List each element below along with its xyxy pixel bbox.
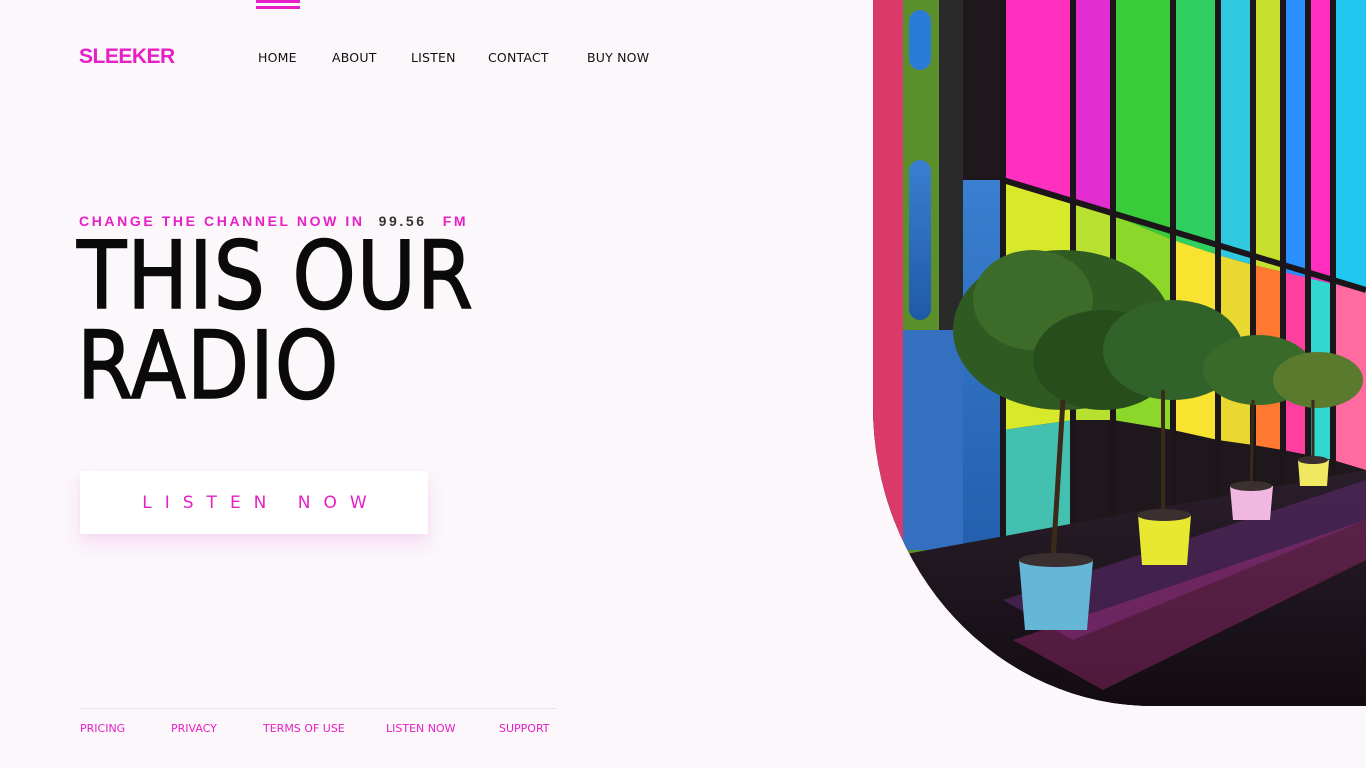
footer-link-listen-now[interactable]: LISTEN NOW — [386, 722, 456, 735]
footer-link-terms[interactable]: TERMS OF USE — [263, 722, 345, 735]
listen-now-button[interactable]: LISTEN NOW — [80, 471, 428, 534]
nav-item-about[interactable]: ABOUT — [332, 50, 377, 65]
headline-line-1: THIS OUR — [76, 222, 474, 331]
footer-link-pricing[interactable]: PRICING — [80, 722, 125, 735]
hero-headline: THIS OUR RADIO — [76, 222, 474, 421]
nav-item-home[interactable]: HOME — [258, 50, 297, 65]
nav-item-listen[interactable]: LISTEN — [411, 50, 456, 65]
menu-accent-icon — [256, 0, 300, 10]
hero-photo — [873, 0, 1366, 706]
nav-item-buy-now[interactable]: BUY NOW — [587, 50, 649, 65]
nav-item-contact[interactable]: CONTACT — [488, 50, 549, 65]
brand-logo[interactable]: SLEEKER — [79, 45, 175, 69]
footer-link-support[interactable]: SUPPORT — [499, 722, 550, 735]
footer-link-privacy[interactable]: PRIVACY — [171, 722, 217, 735]
headline-line-2: RADIO — [76, 312, 340, 421]
footer-divider — [79, 708, 556, 709]
